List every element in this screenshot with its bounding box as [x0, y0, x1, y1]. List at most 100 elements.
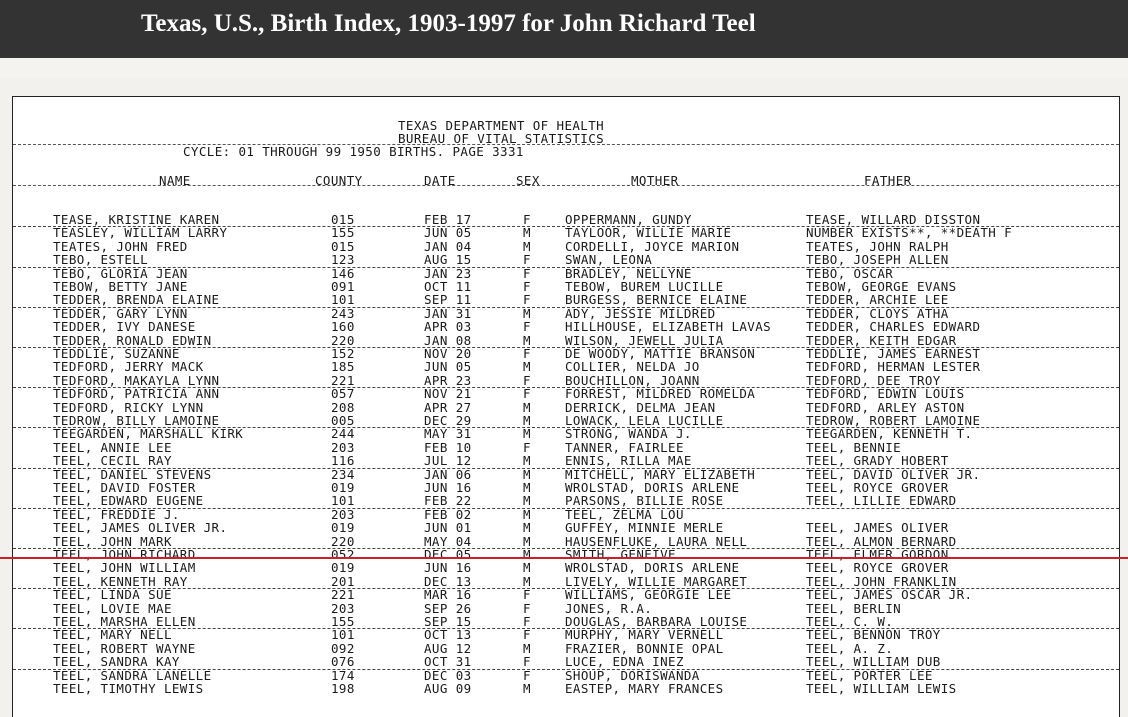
- cell-name: TEDDLIE, SUZANNE: [53, 346, 180, 361]
- cell-name: TEEL, JAMES OLIVER JR.: [53, 520, 228, 536]
- cell-father: TEEGARDEN, KENNETH T.: [806, 426, 973, 442]
- cell-date: FEB 02: [424, 506, 472, 522]
- cell-sex: F: [523, 627, 531, 643]
- cell-date: DEC 29: [424, 413, 472, 428]
- cell-father: TEEL, BENNIE: [806, 439, 902, 455]
- cell-name: TEEL, LOVIE MAE: [53, 600, 172, 616]
- cell-date: DEC 13: [424, 573, 472, 589]
- record-row: TEBO, GLORIA JEAN 146 JAN 23 F BRADLEY, NELL…: [13, 265, 1119, 281]
- cell-name: TEEL, MARSHA ELLEN: [53, 614, 196, 629]
- cell-mother: CORDELLI, JOYCE MARION: [565, 238, 740, 254]
- cell-county: 203: [331, 439, 355, 455]
- cell-name: TEDFORD, RICKY LYNN: [53, 399, 204, 415]
- highlight-line: [0, 557, 1128, 559]
- cell-mother: DE WOODY, MATTIE BRANSON: [565, 346, 756, 361]
- cell-name: TEEGARDEN, MARSHALL KIRK: [53, 426, 244, 442]
- cell-name: TEEL, ROBERT WAYNE: [53, 640, 196, 656]
- divider: [13, 144, 1119, 145]
- cell-date: APR 27: [424, 399, 472, 415]
- cell-sex: F: [523, 292, 531, 308]
- cell-county: 243: [331, 305, 355, 321]
- cell-name: TEEL, JOHN WILLIAM: [53, 560, 196, 576]
- cell-date: OCT 11: [424, 279, 472, 294]
- cell-date: JUN 16: [424, 480, 472, 495]
- cell-sex: M: [523, 466, 531, 482]
- record-row: TEDDER, GARY LYNN 243 JAN 31 M ADY, JESSIE M…: [13, 305, 1119, 321]
- cell-name: TEEL, SANDRA KAY: [53, 654, 180, 670]
- cell-name: TEBO, ESTELL: [53, 252, 149, 268]
- cell-father: TEEL, GRADY HOBERT: [806, 453, 949, 469]
- cell-mother: SHOUP, DORISWANDA: [565, 667, 700, 683]
- cell-father: TEEL, JAMES OLIVER: [806, 520, 949, 536]
- cell-sex: M: [523, 413, 531, 428]
- cell-sex: F: [523, 614, 531, 629]
- cell-mother: GUFFEY, MINNIE MERLE: [565, 520, 724, 536]
- cell-county: 101: [331, 627, 355, 643]
- cell-date: SEP 15: [424, 614, 472, 629]
- cell-county: 198: [331, 681, 355, 696]
- record-row: TEEL, JOHN RICHARD 052 DEC 05 M SMITH, GENEI…: [13, 547, 1119, 562]
- cell-county: 146: [331, 265, 355, 281]
- cell-name: TEASE, KRISTINE KAREN: [53, 212, 220, 227]
- cell-sex: M: [523, 480, 531, 495]
- cell-father: TEASE, WILLARD DISSTON: [806, 212, 981, 227]
- cell-county: 234: [331, 466, 355, 482]
- cell-name: TEDROW, BILLY LAMOINE: [53, 413, 220, 428]
- record-row: TEBOW, BETTY JANE 091 OCT 11 F TEBOW, BUREM …: [13, 279, 1119, 294]
- cell-county: 160: [331, 319, 355, 335]
- cell-name: TEEL, CECIL RAY: [53, 453, 172, 469]
- cell-mother: MITCHELL, MARY ELIZABETH: [565, 466, 756, 482]
- record-row: TEEL, LOVIE MAE 203 SEP 26 F JONES, R.A. TEEL…: [13, 600, 1119, 616]
- cell-father: TEEL, WILLIAM DUB: [806, 654, 941, 670]
- cell-sex: F: [523, 319, 531, 335]
- record-row: TEEGARDEN, MARSHALL KIRK 244 MAY 31 M STRONG…: [13, 426, 1119, 442]
- cell-father: TEEL, JOHN FRANKLIN: [806, 573, 957, 589]
- cell-sex: M: [523, 225, 531, 241]
- cell-mother: TEEL, ZELMA LOU: [565, 506, 684, 522]
- cell-county: 185: [331, 359, 355, 375]
- cell-date: AUG 15: [424, 252, 472, 268]
- cell-name: TEEL, DAVID FOSTER: [53, 480, 196, 495]
- cell-date: JAN 31: [424, 305, 472, 321]
- cell-county: 152: [331, 346, 355, 361]
- cell-date: FEB 10: [424, 439, 472, 455]
- cell-county: 203: [331, 600, 355, 616]
- cell-mother: TEBOW, BUREM LUCILLE: [565, 279, 724, 294]
- record-row: TEDFORD, PATRICIA ANN 057 NOV 21 F FORREST, …: [13, 387, 1119, 401]
- cell-father: TEEL, ELMER GORDON: [806, 547, 949, 562]
- cell-father: TEDDER, CLOYS ATHA: [806, 305, 949, 321]
- cell-county: 155: [331, 225, 355, 241]
- page-title: Texas, U.S., Birth Index, 1903-1997 for …: [141, 10, 756, 37]
- column-header-county: COUNTY: [315, 173, 363, 188]
- cell-sex: M: [523, 453, 531, 469]
- doc-cycle-line: CYCLE: 01 THROUGH 99 1950 BIRTHS. PAGE 3…: [183, 144, 524, 159]
- cell-mother: JONES, R.A.: [565, 600, 653, 616]
- cell-mother: LOWACK, LELA LUCILLE: [565, 413, 724, 428]
- cell-county: 221: [331, 587, 355, 603]
- cell-father: TEDDER, KEITH EDGAR: [806, 332, 957, 348]
- cell-sex: M: [523, 493, 531, 509]
- cell-county: 005: [331, 413, 355, 428]
- record-row: TEDFORD, JERRY MACK 185 JUN 05 M COLLIER, NE…: [13, 359, 1119, 375]
- cell-date: FEB 22: [424, 493, 472, 509]
- cell-father: TEEL, PORTER LEE: [806, 667, 933, 683]
- cell-mother: SWAN, LEONA: [565, 252, 653, 268]
- record-row: TEEL, DANIEL STEVENS 234 JAN 06 M MITCHELL, …: [13, 466, 1119, 482]
- cell-mother: EASTEP, MARY FRANCES: [565, 681, 724, 696]
- cell-county: 019: [331, 480, 355, 495]
- column-header-mother: MOTHER: [631, 173, 679, 188]
- cell-county: 244: [331, 426, 355, 442]
- cell-date: JUN 05: [424, 225, 472, 241]
- cell-mother: PARSONS, BILLIE ROSE: [565, 493, 724, 509]
- cell-county: 101: [331, 493, 355, 509]
- cell-father: TEEL, BERLIN: [806, 600, 902, 616]
- cell-name: TEDFORD, JERRY MACK: [53, 359, 204, 375]
- cell-sex: M: [523, 560, 531, 576]
- cell-name: TEDDER, GARY LYNN: [53, 305, 188, 321]
- cell-mother: OPPERMANN, GUNDY: [565, 212, 692, 227]
- cell-county: 203: [331, 506, 355, 522]
- cell-date: JAN 04: [424, 238, 472, 254]
- cell-mother: HAUSENFLUKE, LAURA NELL: [565, 533, 748, 549]
- cell-sex: M: [523, 238, 531, 254]
- cell-name: TEEL, JOHN RICHARD: [53, 547, 196, 562]
